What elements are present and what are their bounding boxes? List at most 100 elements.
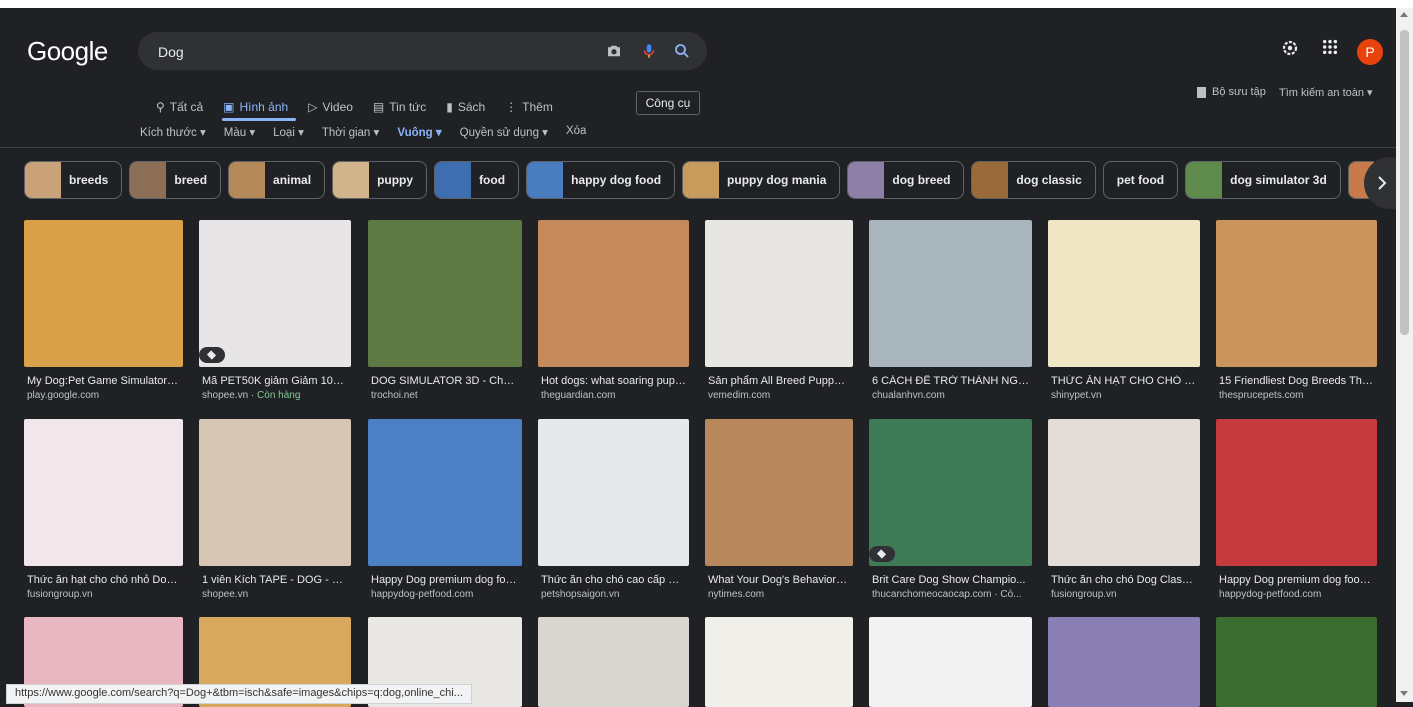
chip-9[interactable]: pet food xyxy=(1102,161,1179,199)
tab-all[interactable]: ⚲ Tất cả xyxy=(156,95,203,119)
result-thumbnail[interactable] xyxy=(368,419,522,566)
scroll-up-arrow-icon[interactable] xyxy=(1400,12,1408,17)
result-domain: thesprucepets.com xyxy=(1219,390,1304,401)
filter-clear[interactable]: Xóa xyxy=(566,125,586,139)
result-domain: fusiongroup.vn xyxy=(27,589,93,600)
chip-0[interactable]: breeds xyxy=(24,161,123,199)
chip-thumbnail xyxy=(683,162,720,198)
scrollbar-thumb[interactable] xyxy=(1400,30,1409,335)
filter-time[interactable]: Thời gian ▾ xyxy=(322,125,379,139)
result-thumbnail[interactable] xyxy=(199,419,351,566)
tab-images[interactable]: ▣ Hình ảnh xyxy=(223,95,288,119)
result-thumbnail[interactable] xyxy=(538,220,689,367)
chip-3[interactable]: puppy xyxy=(332,161,428,199)
tab-news[interactable]: ▤ Tin tức xyxy=(373,95,426,119)
result-thumbnail[interactable] xyxy=(368,220,522,367)
result-title[interactable]: DOG SIMULATOR 3D - Chơi Do... xyxy=(371,375,519,387)
microphone-icon[interactable] xyxy=(640,42,658,60)
result-thumbnail[interactable] xyxy=(24,419,183,566)
result-thumbnail[interactable] xyxy=(1216,419,1377,566)
result-title[interactable]: 1 viên Kích TAPE - DOG - xổ s... xyxy=(202,574,348,586)
page-scrollbar[interactable] xyxy=(1396,8,1413,702)
chip-5[interactable]: happy dog food xyxy=(526,161,676,199)
result-title[interactable]: Hot dogs: what soaring puppy... xyxy=(541,375,686,387)
result-thumbnail[interactable] xyxy=(705,220,853,367)
chip-4[interactable]: food xyxy=(434,161,520,199)
settings-gear-icon[interactable] xyxy=(1281,39,1299,57)
chip-thumbnail xyxy=(25,162,61,198)
apps-grid-icon[interactable] xyxy=(1322,39,1338,55)
result-title[interactable]: Brit Care Dog Show Champio... xyxy=(872,574,1029,586)
result-thumbnail[interactable] xyxy=(1048,220,1200,367)
account-avatar[interactable]: P xyxy=(1357,39,1383,65)
product-tag-icon xyxy=(869,546,895,562)
scroll-down-arrow-icon[interactable] xyxy=(1400,691,1408,696)
search-input[interactable] xyxy=(156,40,580,64)
chip-7[interactable]: dog breed xyxy=(847,161,965,199)
result-title[interactable]: Happy Dog premium dog food ... xyxy=(1219,574,1374,586)
result-title[interactable]: 15 Friendliest Dog Breeds That ... xyxy=(1219,375,1374,387)
active-tab-indicator xyxy=(222,118,296,121)
result-title[interactable]: THỨC ĂN HẠT CHO CHÓ CON ... xyxy=(1051,375,1197,387)
filter-size[interactable]: Kích thước ▾ xyxy=(140,125,206,139)
book-icon: ▮ xyxy=(446,100,453,114)
result-thumbnail[interactable] xyxy=(705,419,853,566)
result-thumbnail[interactable] xyxy=(1216,617,1377,707)
chevron-right-icon xyxy=(1378,176,1387,190)
result-domain: fusiongroup.vn xyxy=(1051,589,1117,600)
result-source: vemedim.com xyxy=(708,390,850,401)
chip-10[interactable]: dog simulator 3d xyxy=(1185,161,1341,199)
result-title[interactable]: 6 CÁCH ĐỂ TRỞ THÀNH NGƯỜI ... xyxy=(872,375,1029,387)
safesearch-dropdown[interactable]: Tìm kiếm an toàn ▾ xyxy=(1279,86,1373,99)
result-thumbnail[interactable] xyxy=(538,419,689,566)
chip-thumbnail xyxy=(130,162,167,198)
result-thumbnail[interactable] xyxy=(869,419,1032,566)
result-thumbnail[interactable] xyxy=(1048,617,1200,707)
chip-2[interactable]: animal xyxy=(228,161,326,199)
camera-icon[interactable] xyxy=(605,42,623,60)
result-domain: nytimes.com xyxy=(708,589,765,600)
chip-6[interactable]: puppy dog mania xyxy=(682,161,841,199)
result-thumbnail[interactable] xyxy=(199,220,351,367)
result-title[interactable]: Happy Dog premium dog food... xyxy=(371,574,519,586)
chevron-down-icon: ▾ xyxy=(249,127,256,139)
result-title[interactable]: Sản phẩm All Breed Puppy (D... xyxy=(708,375,850,387)
result-title[interactable]: Mã PET50K giảm Giảm 10% - ... xyxy=(202,375,348,387)
result-thumbnail[interactable] xyxy=(538,617,689,707)
collection-link[interactable]: Bộ sưu tập xyxy=(1197,86,1266,98)
chip-label: dog breed xyxy=(892,173,951,187)
result-source: happydog-petfood.com xyxy=(371,589,519,600)
result-title[interactable]: Thức ăn cho chó cao cấp Dog ... xyxy=(541,574,686,586)
filter-type[interactable]: Loại ▾ xyxy=(273,125,304,139)
result-title[interactable]: Thức ăn hạt cho chó nhỏ Dog ... xyxy=(27,574,180,586)
tools-button[interactable]: Công cụ xyxy=(636,91,700,115)
tab-books[interactable]: ▮ Sách xyxy=(446,95,485,119)
result-title[interactable]: My Dog:Pet Game Simulator - Ứ... xyxy=(27,375,180,387)
chip-1[interactable]: breed xyxy=(129,161,222,199)
result-thumbnail[interactable] xyxy=(24,220,183,367)
result-thumbnail[interactable] xyxy=(1216,220,1377,367)
tab-video[interactable]: ▷ Video xyxy=(308,95,353,119)
search-icon[interactable] xyxy=(673,42,691,60)
filter-square[interactable]: Vuông ▾ xyxy=(397,125,441,139)
chip-thumbnail xyxy=(229,162,266,198)
filter-color[interactable]: Màu ▾ xyxy=(224,125,255,139)
result-title[interactable]: What Your Dog's Behavior Means -... xyxy=(708,574,850,586)
result-source: petshopsaigon.vn xyxy=(541,589,686,600)
result-thumbnail[interactable] xyxy=(1048,419,1200,566)
filter-usage-rights[interactable]: Quyền sử dụng ▾ xyxy=(460,125,548,139)
tab-more[interactable]: ⋮ Thêm xyxy=(505,95,553,119)
result-thumbnail[interactable] xyxy=(869,617,1032,707)
result-source: happydog-petfood.com xyxy=(1219,589,1374,600)
result-title[interactable]: Thức ăn cho chó Dog Classic 5kg xyxy=(1051,574,1197,586)
search-box[interactable] xyxy=(138,32,707,70)
chip-thumbnail xyxy=(333,162,370,198)
chip-label: food xyxy=(479,173,506,187)
chip-thumbnail xyxy=(972,162,1009,198)
result-thumbnail[interactable] xyxy=(869,220,1032,367)
google-logo[interactable]: Google xyxy=(27,36,108,67)
chip-8[interactable]: dog classic xyxy=(971,161,1096,199)
result-thumbnail[interactable] xyxy=(705,617,853,707)
result-source: shopee.vn xyxy=(202,589,348,600)
chip-thumbnail xyxy=(527,162,564,198)
